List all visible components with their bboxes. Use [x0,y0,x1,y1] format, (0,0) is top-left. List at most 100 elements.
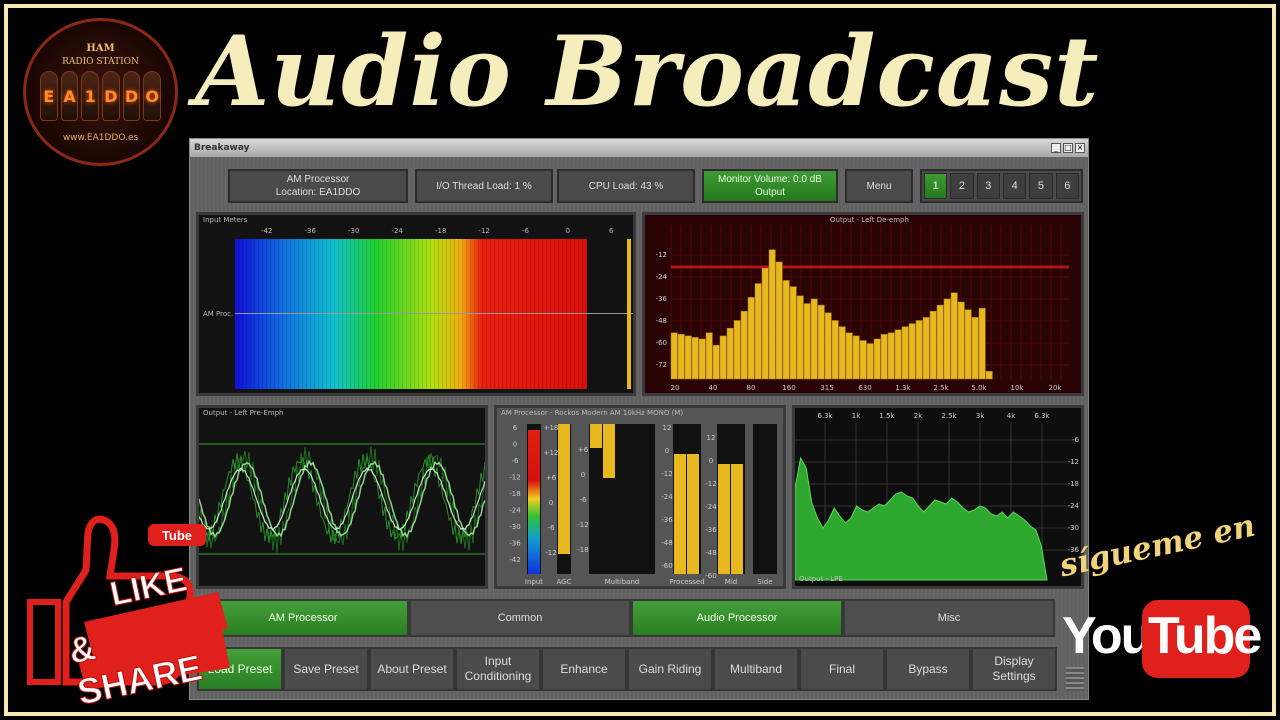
tab-audio-processor[interactable]: Audio Processor [631,599,843,637]
nixie-digit: E [40,71,58,121]
maximize-icon[interactable]: □ [1063,143,1073,153]
oscilloscope [199,443,485,555]
mid-meter-tick: 12 [707,434,716,442]
spectrum-bar [978,307,986,380]
input-meter-tick: -18 [435,227,447,235]
spectrum-bar [705,332,713,380]
lpe-y-tick: -6 [1072,436,1080,444]
agc-meter-tick: +18 [544,424,559,432]
bottom-button-bar: Load Preset Save Preset About Preset Inp… [197,647,1057,691]
spectrum-bar [838,326,846,380]
tab-misc[interactable]: Misc [843,599,1055,637]
bypass-button[interactable]: Bypass [885,647,971,691]
multiband-meter-tick: -12 [577,521,588,529]
processed-meter-tick: -12 [661,470,672,478]
spectrum-bar [887,332,895,380]
preset-6-button[interactable]: 6 [1055,173,1079,199]
spectrum-bar [943,298,951,380]
processed-meter-right [687,454,699,574]
gain-riding-button[interactable]: Gain Riding [627,647,713,691]
spectrum-bar [754,283,762,380]
spectrum-x-tick: 80 [747,384,756,392]
io-load-display: I/O Thread Load: 1 % [415,169,553,203]
final-button[interactable]: Final [799,647,885,691]
lpe-y-tick: -18 [1068,480,1079,488]
enhance-button[interactable]: Enhance [541,647,627,691]
nixie-digit: A [60,71,79,121]
spectrum-bar [859,340,867,380]
spectrum-bar [761,267,769,380]
menu-label: Menu [866,180,892,192]
monitor-output-text: Output [754,187,786,198]
spectrum-y-tick: -36 [656,295,668,303]
input-meter-tick: 6 [609,227,614,235]
multiband-band-2 [603,424,615,478]
preset-5-button[interactable]: 5 [1029,173,1053,199]
input-meter-level [528,430,540,574]
agc-meter-tick: -12 [545,549,556,557]
mid-meter-tick: -48 [705,549,716,557]
save-preset-button[interactable]: Save Preset [283,647,369,691]
close-icon[interactable]: × [1075,143,1085,153]
preset-2-button[interactable]: 2 [950,173,974,199]
input-meter-tick: 0 [513,441,517,449]
monitor-volume-button[interactable]: Monitor Volume: 0.0 dB Output [702,169,838,203]
spectrum-bar [901,326,909,380]
spectrum-bar [908,323,916,380]
processed-meter-tick: -48 [661,539,672,547]
preset-1-button[interactable]: 1 [924,173,948,199]
spectrum-bar [684,335,692,380]
input-meter-tick: -30 [509,523,520,531]
monitor-volume-text: Monitor Volume: 0.0 dB [718,174,822,185]
mid-meter-right [731,464,743,574]
lpe-x-tick: 4k [1007,412,1016,420]
multiband-button[interactable]: Multiband [713,647,799,691]
nixie-tubes: E A 1 D D O [40,71,162,121]
lpe-spectrum: 6.3k 1k 1.5k 2k 2.5k 3k 4k 6.3k-6-12-18-24-30-3… [795,412,1080,581]
spectrum-y-tick: -12 [656,251,667,259]
input-meter-tick: -6 [512,457,520,465]
spectrum-bar [845,332,853,380]
menu-button[interactable]: Menu [845,169,913,203]
youtube-logo[interactable]: You Tube [1062,600,1262,680]
display-settings-button[interactable]: Display Settings [971,647,1057,691]
app-body: AM Processor Location: EA1DDO I/O Thread… [190,157,1088,699]
meter-label: Mid [725,578,737,586]
spectrum-bar [824,312,832,380]
processor-name: AM Processor [286,174,350,185]
spectrum-bar [768,249,776,380]
lpe-panel: 6.3k 1k 1.5k 2k 2.5k 3k 4k 6.3k -6 -12 -18 -24 -30 -3… [792,405,1084,589]
tab-common[interactable]: Common [409,599,631,637]
processor-info[interactable]: AM Processor Location: EA1DDO [228,169,408,203]
agc-meter-tick: +6 [546,474,557,482]
lpe-y-tick: -30 [1068,524,1079,532]
agc-meter-tick: +12 [544,449,559,457]
input-meter-tick: 0 [565,227,570,235]
spectrum-analyzer: -12 -24 -36 -48 -60 -72 20 40 80 160 315 630 1.3k 2.5… [656,225,1069,392]
spectrum-bar [747,297,755,380]
input-meter-tick: -42 [261,227,273,235]
nixie-digit: 1 [81,71,100,121]
input-meter-tick: -30 [348,227,360,235]
meter-label: Side [757,578,772,586]
spectrum-x-tick: 10k [1011,384,1025,392]
preset-4-button[interactable]: 4 [1002,173,1027,199]
lpe-y-tick: -12 [1068,458,1079,466]
lpe-x-tick: 1k [852,412,861,420]
processed-meter-tick: 0 [665,447,669,455]
input-meters-panel: Input Meters AM Proc. -42 -36 -30 -24 -18 -12… [196,212,636,396]
about-preset-button[interactable]: About Preset [369,647,455,691]
input-conditioning-button[interactable]: Input Conditioning [455,647,541,691]
input-meter-tick: -24 [509,507,521,515]
spectrum-y-tick: -60 [656,339,667,347]
preset-3-button[interactable]: 3 [976,173,1000,199]
spectrum-bar [726,327,734,380]
spectrum-bar [852,335,860,380]
input-meter-tick: -36 [304,227,316,235]
side-meter-bg [753,424,777,574]
minimize-icon[interactable]: _ [1051,143,1061,153]
meter-label: AGC [557,578,572,586]
processed-meter-tick: -24 [661,493,673,501]
spectrum-bar [719,335,727,380]
processed-meter-tick: -36 [661,516,673,524]
